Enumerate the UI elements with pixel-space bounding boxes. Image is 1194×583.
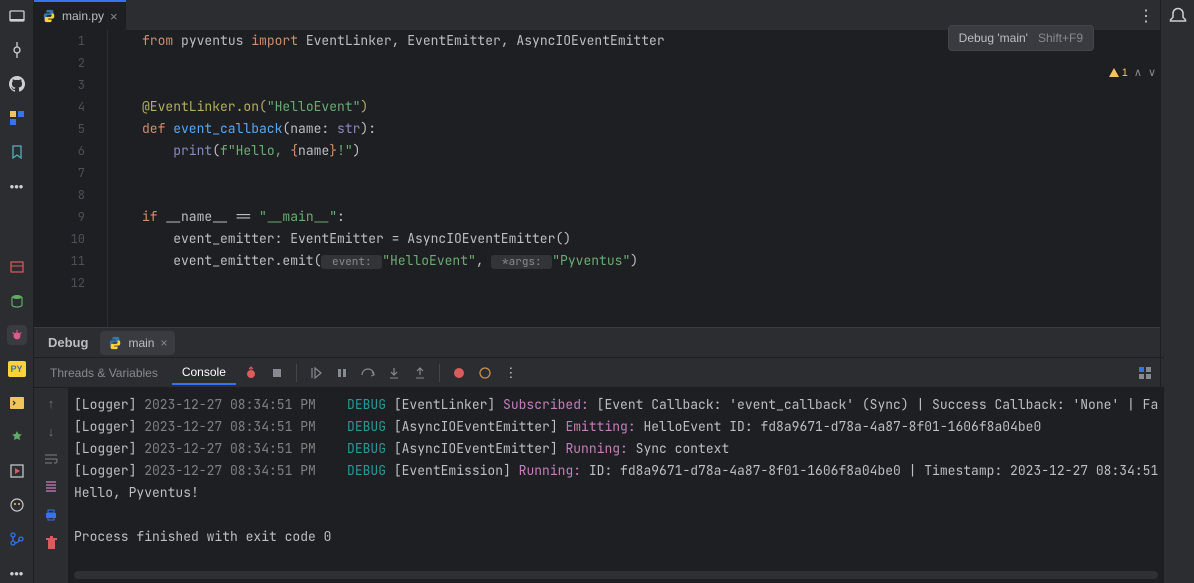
- session-name: main: [128, 336, 154, 350]
- mute-breakpoints-icon[interactable]: [474, 362, 496, 384]
- more-bottom-icon[interactable]: •••: [7, 563, 27, 583]
- resume-icon[interactable]: [305, 362, 327, 384]
- console-scrollbar[interactable]: [74, 571, 1158, 579]
- main-area: main.py × ⋮ 1 2 3 4 5 6 7 8 9 10 11 12 f…: [34, 0, 1160, 583]
- editor-tab-main[interactable]: main.py ×: [34, 0, 126, 30]
- python-console-icon[interactable]: PY: [7, 359, 27, 379]
- step-into-icon[interactable]: [383, 362, 405, 384]
- debug-header: Debug main ×: [34, 328, 1164, 358]
- debug-tooltip: Debug 'main' Shift+F9: [948, 25, 1094, 51]
- scroll-to-end-icon[interactable]: [42, 478, 60, 496]
- terminal-icon[interactable]: [7, 393, 27, 413]
- console-tab[interactable]: Console: [172, 361, 236, 385]
- close-session-icon[interactable]: ×: [160, 336, 167, 350]
- next-highlight-icon[interactable]: ∨: [1148, 66, 1156, 79]
- breakpoints-icon[interactable]: [448, 362, 470, 384]
- print-icon[interactable]: [42, 506, 60, 524]
- code-content[interactable]: from pyventus import EventLinker, EventE…: [108, 30, 1160, 327]
- step-over-icon[interactable]: [357, 362, 379, 384]
- tooltip-shortcut: Shift+F9: [1038, 31, 1083, 45]
- inspection-status[interactable]: 1 ∧ ∨: [1108, 66, 1156, 79]
- prev-highlight-icon[interactable]: ∧: [1134, 66, 1142, 79]
- rerun-icon[interactable]: [240, 362, 262, 384]
- step-out-icon[interactable]: [409, 362, 431, 384]
- layout-settings-icon[interactable]: [1134, 362, 1156, 384]
- clear-icon[interactable]: [42, 534, 60, 552]
- more-tools-icon[interactable]: •••: [7, 176, 27, 196]
- more-debug-icon[interactable]: ⋮: [500, 362, 522, 384]
- stack-icon[interactable]: [7, 257, 27, 277]
- console-side-toolbar: ↑ ↓: [34, 388, 68, 583]
- warning-icon[interactable]: 1: [1108, 67, 1128, 79]
- debug-title: Debug: [40, 335, 96, 350]
- scroll-up-icon[interactable]: ↑: [42, 394, 60, 412]
- database-icon[interactable]: [7, 291, 27, 311]
- bookmarks-icon[interactable]: [7, 142, 27, 162]
- tab-options-icon[interactable]: ⋮: [1138, 6, 1154, 26]
- tab-label: main.py: [62, 9, 104, 23]
- debug-toolwindow: Debug main × Threads & Variables Console: [34, 327, 1160, 583]
- structure-icon[interactable]: [7, 108, 27, 128]
- pause-icon[interactable]: [331, 362, 353, 384]
- right-toolbar: [1160, 0, 1194, 583]
- services-icon[interactable]: [7, 427, 27, 447]
- notifications-icon[interactable]: [1168, 6, 1188, 26]
- output-line: Hello, Pyventus!: [74, 482, 1158, 504]
- gutter: 1 2 3 4 5 6 7 8 9 10 11 12: [34, 30, 108, 327]
- soft-wrap-icon[interactable]: [42, 450, 60, 468]
- run-icon[interactable]: [7, 461, 27, 481]
- scroll-down-icon[interactable]: ↓: [42, 422, 60, 440]
- commit-icon[interactable]: [7, 40, 27, 60]
- close-tab-icon[interactable]: ×: [110, 9, 118, 24]
- github-icon[interactable]: [7, 74, 27, 94]
- python-file-icon: [42, 9, 56, 23]
- problems-icon[interactable]: [7, 495, 27, 515]
- python-icon: [108, 336, 122, 350]
- left-toolbar: ••• PY •••: [0, 0, 34, 583]
- debug-session-tab[interactable]: main ×: [100, 331, 175, 355]
- debug-toolbar: Threads & Variables Console ⋮: [34, 358, 1164, 388]
- debug-tool-icon[interactable]: [7, 325, 27, 345]
- threads-tab[interactable]: Threads & Variables: [40, 362, 168, 384]
- code-editor[interactable]: 1 2 3 4 5 6 7 8 9 10 11 12 from pyventus…: [34, 30, 1160, 327]
- exit-code-line: Process finished with exit code 0: [74, 526, 1158, 548]
- stop-icon[interactable]: [266, 362, 288, 384]
- vcs-icon[interactable]: [7, 529, 27, 549]
- project-icon[interactable]: [7, 6, 27, 26]
- line-number: 1: [34, 30, 107, 52]
- console-output[interactable]: [Logger] 2023-12-27 08:34:51 PM DEBUG [E…: [68, 388, 1164, 583]
- tooltip-text: Debug 'main': [959, 31, 1028, 45]
